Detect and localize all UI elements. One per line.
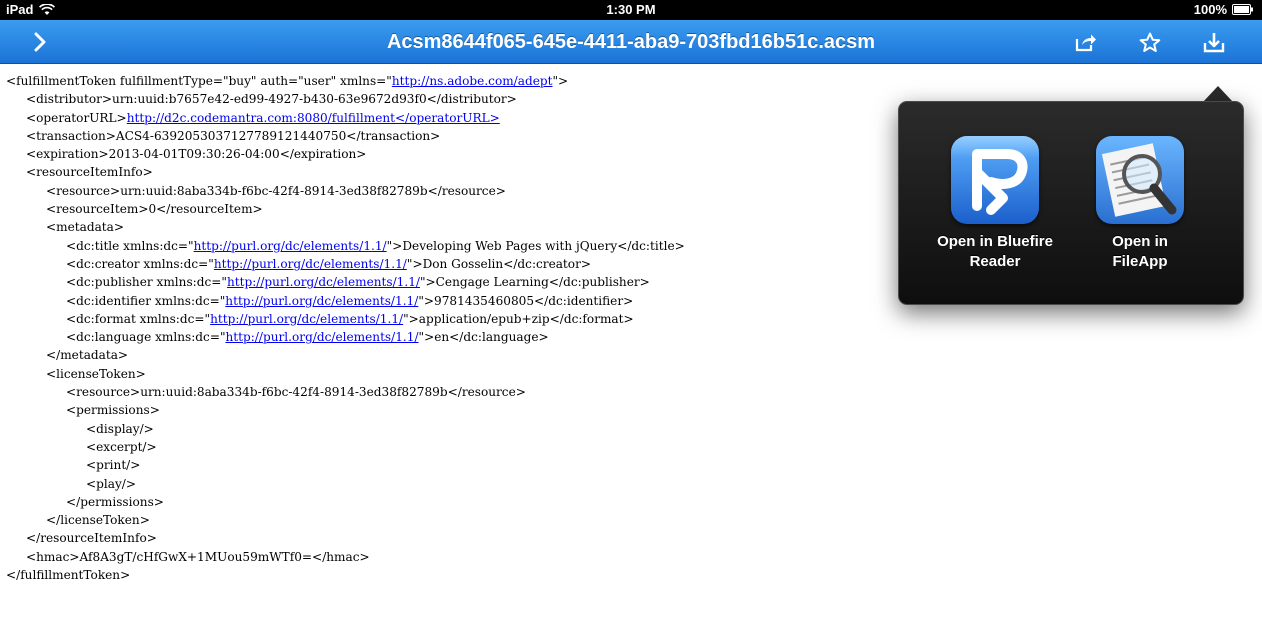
xml-line: <hmac>Af8A3gT/cHfGwX+1MUou59mWTf0=</hmac… bbox=[0, 548, 1262, 566]
xml-link[interactable]: http://ns.adobe.com/adept bbox=[392, 74, 553, 88]
xml-line-text: <dc:format xmlns:dc=" bbox=[66, 311, 211, 326]
xml-line-text: </licenseToken> bbox=[46, 513, 150, 528]
xml-line-text: <dc:title xmlns:dc=" bbox=[66, 238, 194, 253]
xml-line-text: <metadata> bbox=[46, 220, 124, 235]
xml-line-text: </permissions> bbox=[66, 494, 164, 509]
share-button[interactable] bbox=[1066, 20, 1106, 64]
xml-line: <permissions> bbox=[0, 401, 1262, 419]
xml-link[interactable]: http://purl.org/dc/elements/1.1/ bbox=[225, 294, 418, 308]
bluefire-label: Open in Bluefire Reader bbox=[925, 232, 1065, 272]
xml-line: <dc:format xmlns:dc="http://purl.org/dc/… bbox=[0, 310, 1262, 328]
xml-line-text: <distributor>urn:uuid:b7657e42-ed99-4927… bbox=[26, 92, 517, 107]
xml-line: <dc:language xmlns:dc="http://purl.org/d… bbox=[0, 328, 1262, 346]
open-in-icon bbox=[1203, 31, 1225, 53]
xml-link[interactable]: http://purl.org/dc/elements/1.1/ bbox=[194, 239, 387, 253]
xml-line-text: "> bbox=[552, 74, 569, 88]
xml-line-text: <resourceItem>0</resourceItem> bbox=[46, 202, 263, 217]
xml-link[interactable]: http://purl.org/dc/elements/1.1/ bbox=[214, 257, 407, 271]
xml-line-text: ">en</dc:language> bbox=[418, 330, 549, 345]
status-time: 1:30 PM bbox=[606, 2, 656, 17]
xml-line-text: <dc:creator xmlns:dc=" bbox=[66, 256, 214, 271]
open-in-popover: Open in Bluefire Reader Open in FileApp bbox=[898, 101, 1244, 305]
battery-percent: 100% bbox=[1193, 2, 1227, 17]
xml-line-text: <permissions> bbox=[66, 403, 160, 418]
xml-line-text: <display/> bbox=[86, 421, 154, 436]
xml-line-text: ">Developing Web Pages with jQuery</dc:t… bbox=[386, 238, 685, 253]
open-in-bluefire-reader-button[interactable]: Open in Bluefire Reader bbox=[925, 136, 1065, 272]
fileapp-label: Open in FileApp bbox=[1070, 232, 1210, 272]
xml-line-text: <print/> bbox=[86, 458, 141, 473]
fileapp-label-line1: Open in bbox=[1112, 233, 1168, 250]
xml-line: </resourceItemInfo> bbox=[0, 529, 1262, 547]
xml-link[interactable]: http://purl.org/dc/elements/1.1/ bbox=[227, 275, 420, 289]
xml-line-text: <dc:identifier xmlns:dc=" bbox=[66, 293, 226, 308]
xml-line-text: <fulfillmentToken fulfillmentType="buy" … bbox=[6, 74, 392, 88]
xml-line-text: ">application/epub+zip</dc:format> bbox=[403, 311, 634, 326]
xml-line: <licenseToken> bbox=[0, 365, 1262, 383]
xml-line-text: </fulfillmentToken> bbox=[6, 568, 131, 583]
star-icon bbox=[1139, 32, 1161, 53]
xml-link[interactable]: http://purl.org/dc/elements/1.1/ bbox=[210, 312, 403, 326]
status-right: 100% bbox=[1194, 2, 1254, 17]
xml-line-text: <licenseToken> bbox=[46, 366, 146, 381]
bookmark-button[interactable] bbox=[1130, 20, 1170, 64]
xml-line-text: </metadata> bbox=[46, 348, 129, 363]
xml-link[interactable]: http://purl.org/dc/elements/1.1/ bbox=[226, 330, 419, 344]
popover-arrow bbox=[1203, 86, 1233, 102]
xml-line: <resource>urn:uuid:8aba334b-f6bc-42f4-89… bbox=[0, 383, 1262, 401]
xml-line-text: <transaction>ACS4-6392053037127789121440… bbox=[26, 128, 441, 143]
xml-line-text: <excerpt/> bbox=[86, 439, 157, 454]
xml-line-text: <resourceItemInfo> bbox=[26, 165, 153, 180]
xml-line: <print/> bbox=[0, 456, 1262, 474]
xml-line-text: <operatorURL> bbox=[26, 110, 127, 125]
navigation-bar: Acsm8644f065-645e-4411-aba9-703fbd16b51c… bbox=[0, 20, 1262, 64]
fileapp-icon bbox=[1096, 136, 1184, 224]
xml-line-text: ">Cengage Learning</dc:publisher> bbox=[419, 275, 650, 290]
open-in-button[interactable] bbox=[1194, 20, 1234, 64]
xml-line-text: <play/> bbox=[86, 476, 136, 491]
xml-line-text: <expiration>2013-04-01T09:30:26-04:00</e… bbox=[26, 147, 367, 162]
status-bar: iPad 1:30 PM 100% bbox=[0, 0, 1262, 20]
xml-line: <fulfillmentToken fulfillmentType="buy" … bbox=[0, 72, 1262, 90]
xml-line-text: ">9781435460805</dc:identifier> bbox=[418, 293, 634, 308]
xml-line-text: </resourceItemInfo> bbox=[26, 531, 157, 546]
bluefire-reader-icon bbox=[951, 136, 1039, 224]
xml-line-text: ">Don Gosselin</dc:creator> bbox=[406, 256, 591, 271]
xml-line-text: <dc:publisher xmlns:dc=" bbox=[66, 275, 227, 290]
xml-line: </metadata> bbox=[0, 346, 1262, 364]
open-in-fileapp-button[interactable]: Open in FileApp bbox=[1070, 136, 1210, 272]
xml-line-text: <resource>urn:uuid:8aba334b-f6bc-42f4-89… bbox=[66, 385, 526, 400]
xml-link[interactable]: http://d2c.codemantra.com:8080/fulfillme… bbox=[127, 111, 500, 125]
xml-line: </licenseToken> bbox=[0, 511, 1262, 529]
xml-line: <excerpt/> bbox=[0, 438, 1262, 456]
xml-line-text: <dc:language xmlns:dc=" bbox=[66, 330, 226, 345]
battery-icon bbox=[1232, 4, 1254, 15]
xml-line-text: <resource>urn:uuid:8aba334b-f6bc-42f4-89… bbox=[46, 183, 506, 198]
xml-line: <display/> bbox=[0, 420, 1262, 438]
bluefire-label-line2: Reader bbox=[969, 253, 1021, 270]
xml-line: </fulfillmentToken> bbox=[0, 566, 1262, 584]
bluefire-label-line1: Open in Bluefire bbox=[937, 233, 1053, 250]
xml-line-text: <hmac>Af8A3gT/cHfGwX+1MUou59mWTf0=</hmac… bbox=[26, 549, 370, 564]
share-icon bbox=[1075, 32, 1097, 52]
xml-line: <play/> bbox=[0, 475, 1262, 493]
fileapp-label-line2: FileApp bbox=[1112, 253, 1168, 270]
xml-line: </permissions> bbox=[0, 493, 1262, 511]
